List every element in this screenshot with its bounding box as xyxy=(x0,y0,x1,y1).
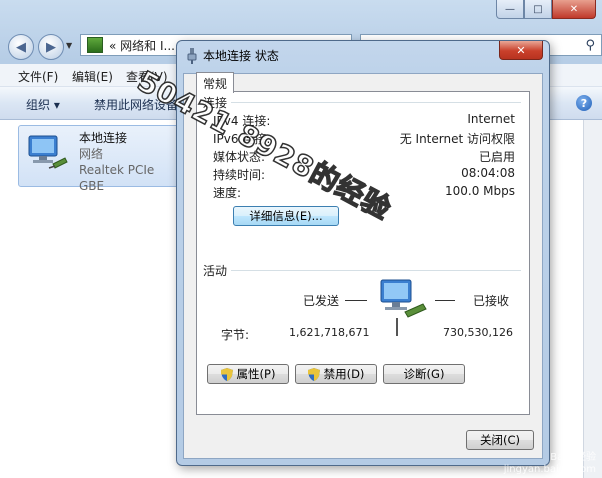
connection-group-label: 连接 xyxy=(203,94,232,111)
details-button-label: 详细信息(E)... xyxy=(249,209,323,223)
adapter-name: 本地连接 xyxy=(79,131,128,145)
site-watermark: Bai百经验 jingyan.baidu.com xyxy=(504,452,596,476)
close-icon: ✕ xyxy=(516,43,526,57)
bytes-sent-value: 1,621,718,671 xyxy=(289,326,370,339)
sent-label: 已发送 xyxy=(303,294,340,308)
disable-device-button[interactable]: 禁用此网络设备 xyxy=(94,96,178,113)
dialog-title-bar: 本地连接 状态 xyxy=(187,47,279,64)
sent-line xyxy=(345,300,367,301)
properties-button-label: 属性(P) xyxy=(236,367,276,381)
media-state-label: 媒体状态: xyxy=(213,150,266,164)
bytes-label: 字节: xyxy=(221,328,250,342)
ipv6-value: 无 Internet 访问权限 xyxy=(399,132,515,146)
uac-shield-icon xyxy=(220,367,233,381)
back-button[interactable]: ◀ xyxy=(8,34,34,60)
received-line xyxy=(435,300,455,301)
history-dropdown-icon[interactable]: ▼ xyxy=(66,41,72,50)
disable-button[interactable]: 禁用(D) xyxy=(295,364,377,384)
tab-panel-general: 连接 IPv4 连接: Internet IPv6 连接: 无 Internet… xyxy=(196,91,530,415)
speed-value: 100.0 Mbps xyxy=(444,184,515,198)
received-label: 已接收 xyxy=(473,294,510,308)
tab-general[interactable]: 常规 xyxy=(196,72,235,93)
connection-status-dialog: 本地连接 状态 ✕ 常规 连接 IPv4 连接: Internet IPv6 连… xyxy=(176,40,550,466)
ipv4-value: Internet xyxy=(467,112,515,126)
uac-shield-icon xyxy=(307,367,320,381)
menu-edit[interactable]: 编辑(E) xyxy=(72,68,113,85)
arrow-right-icon: ▶ xyxy=(46,39,56,55)
menu-view[interactable]: 查看(V) xyxy=(126,68,168,85)
window-controls: — □ ✕ xyxy=(496,0,596,19)
duration-value: 08:04:08 xyxy=(461,166,515,180)
details-button[interactable]: 详细信息(E)... xyxy=(233,206,339,226)
dialog-close-button[interactable]: ✕ xyxy=(499,41,543,60)
site-watermark-text: Bai百经验 jingyan.baidu.com xyxy=(503,452,596,475)
group-divider xyxy=(231,270,521,271)
network-folder-icon xyxy=(87,37,103,53)
adapter-type: 网络 xyxy=(79,147,104,161)
vertical-scrollbar[interactable] xyxy=(583,120,602,478)
ipv4-label: IPv4 连接: xyxy=(213,114,271,128)
disable-button-label: 禁用(D) xyxy=(323,367,365,381)
adapter-item[interactable]: 本地连接 网络 Realtek PCIe GBE xyxy=(18,125,182,193)
window-close-button[interactable]: ✕ xyxy=(552,0,596,19)
diagnose-button[interactable]: 诊断(G) xyxy=(383,364,465,384)
network-adapter-icon xyxy=(28,135,68,169)
menu-file[interactable]: 文件(F) xyxy=(18,68,58,85)
ipv6-label: IPv6 连接: xyxy=(213,132,271,146)
maximize-button[interactable]: □ xyxy=(524,0,552,19)
help-icon[interactable]: ? xyxy=(576,95,592,111)
activity-group-label: 活动 xyxy=(203,262,232,279)
group-divider xyxy=(231,102,521,103)
network-plug-icon xyxy=(187,47,197,64)
close-button[interactable]: 关闭(C) xyxy=(466,430,534,450)
speed-label: 速度: xyxy=(213,186,242,200)
dialog-client-area: 常规 连接 IPv4 连接: Internet IPv6 连接: 无 Inter… xyxy=(183,72,543,459)
organize-button[interactable]: 组织 ▾ xyxy=(26,96,60,113)
properties-button[interactable]: 属性(P) xyxy=(207,364,289,384)
adapter-device: Realtek PCIe GBE xyxy=(79,163,155,193)
duration-label: 持续时间: xyxy=(213,168,266,182)
arrow-left-icon: ◀ xyxy=(16,39,26,55)
search-icon[interactable]: ⚲ xyxy=(585,38,595,53)
close-button-label: 关闭(C) xyxy=(479,433,520,447)
network-activity-icon xyxy=(380,279,427,336)
breadcrumb[interactable]: « 网络和 I... xyxy=(109,37,175,54)
minimize-button[interactable]: — xyxy=(496,0,524,19)
dialog-title: 本地连接 状态 xyxy=(203,49,279,63)
forward-button[interactable]: ▶ xyxy=(38,34,64,60)
diagnose-button-label: 诊断(G) xyxy=(403,367,445,381)
media-state-value: 已启用 xyxy=(478,150,515,164)
bytes-received-value: 730,530,126 xyxy=(443,326,513,339)
